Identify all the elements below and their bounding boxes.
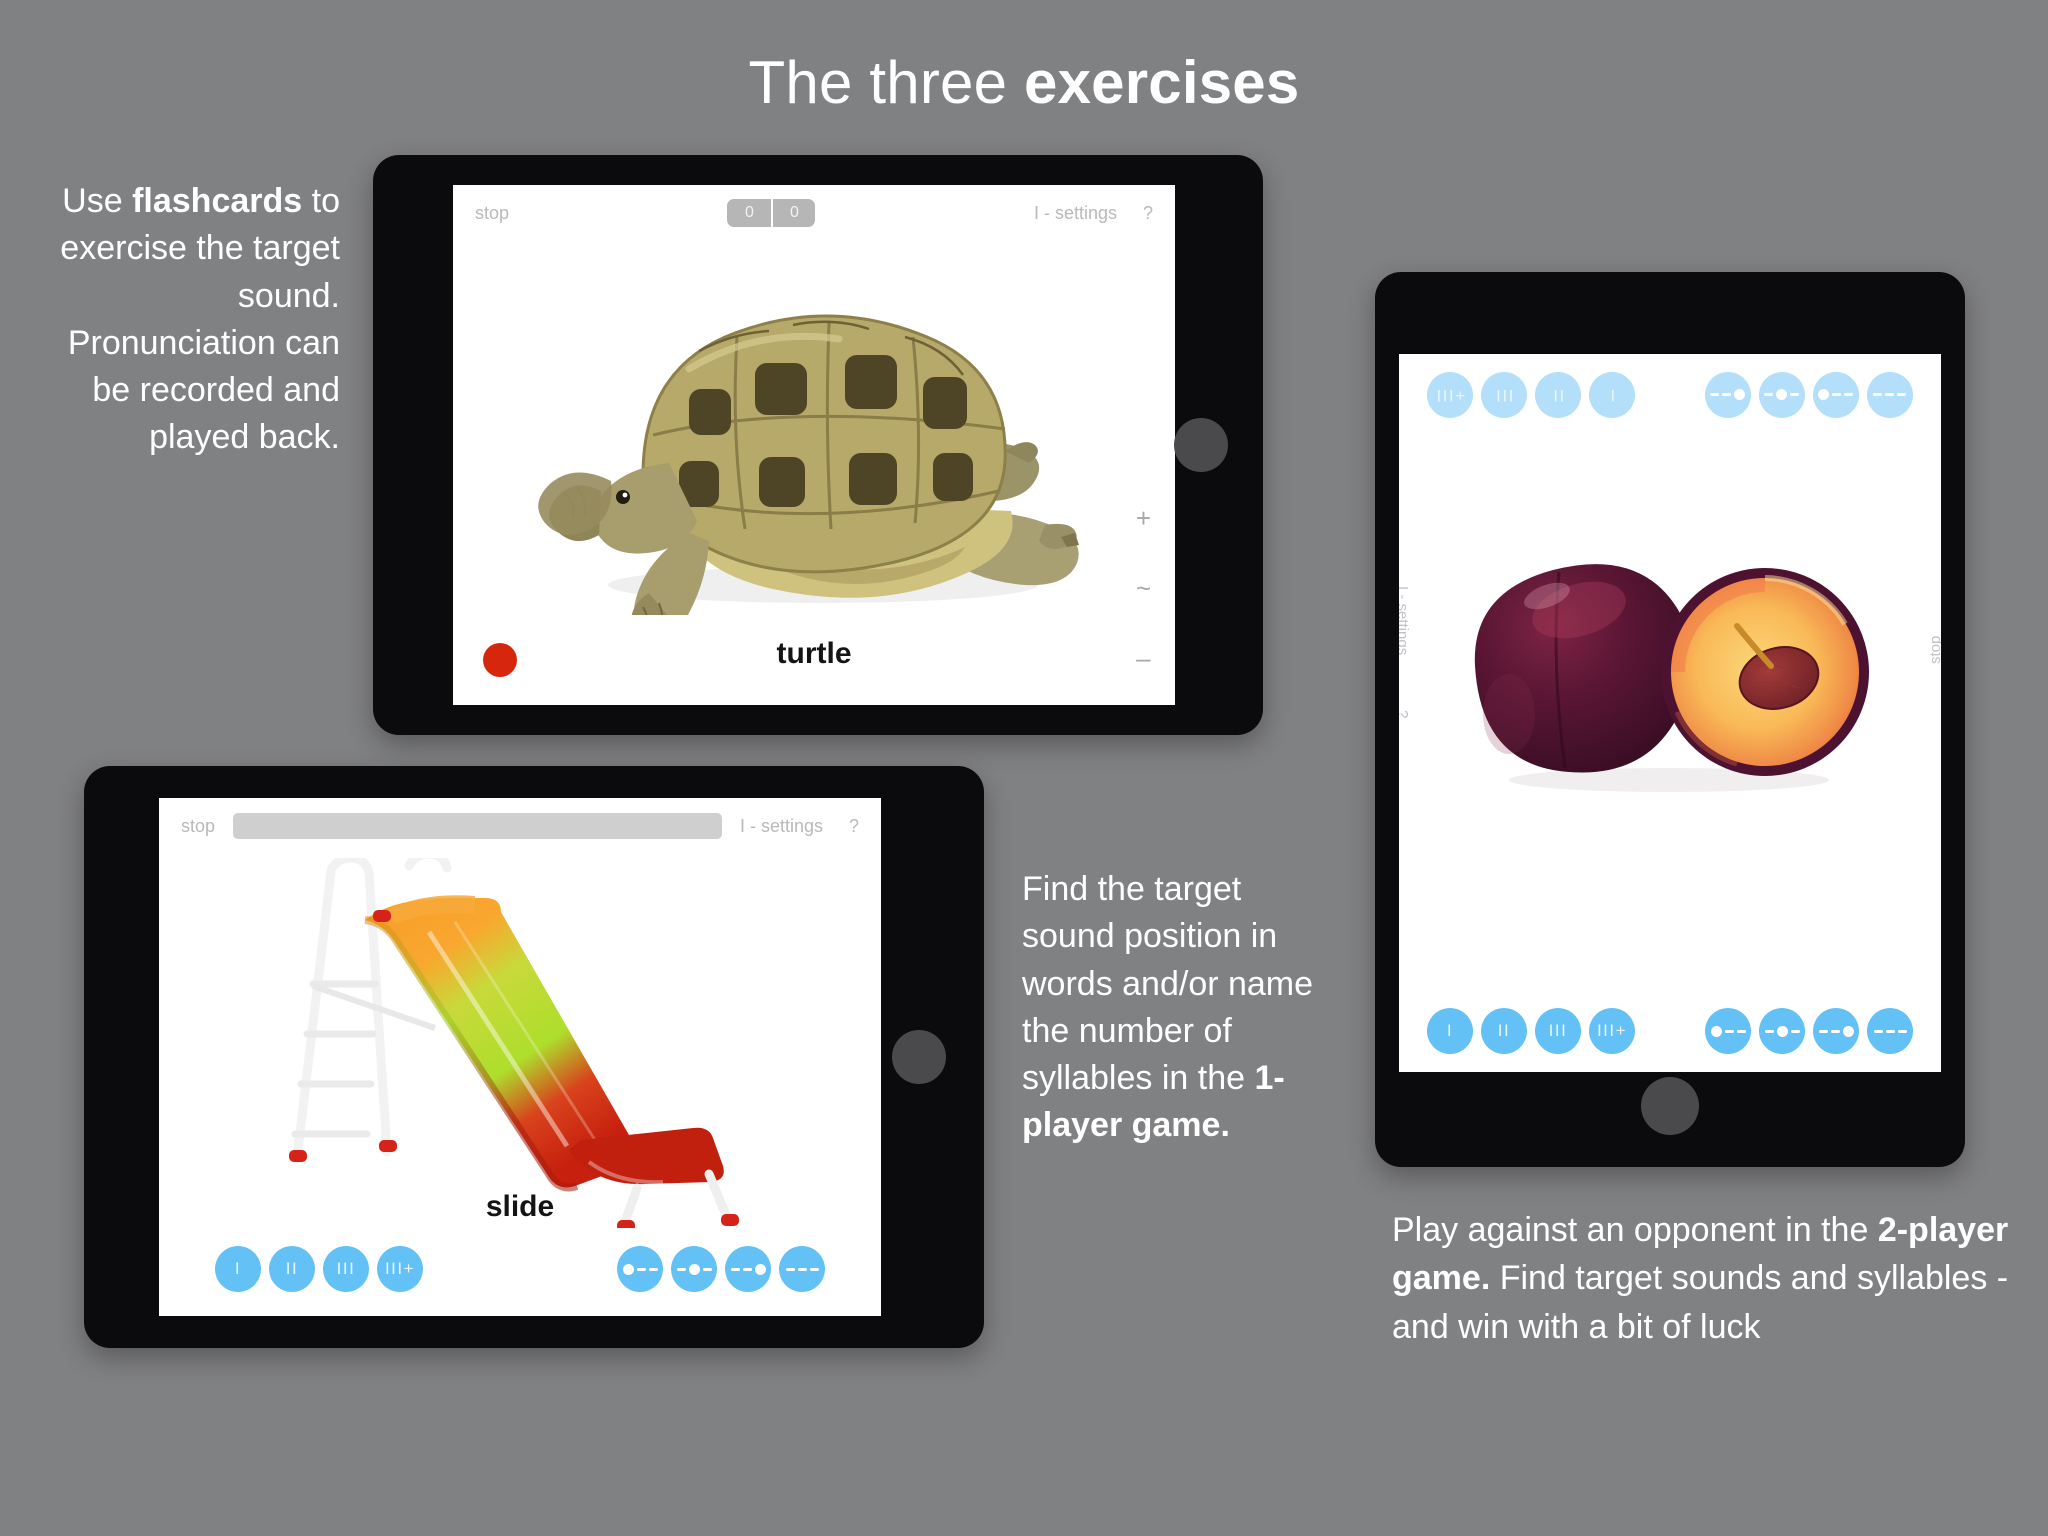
home-button[interactable]	[1174, 418, 1228, 472]
title-bold-part: exercises	[1024, 49, 1300, 116]
help-icon[interactable]: ?	[1143, 203, 1153, 224]
score-right[interactable]: 0	[771, 199, 815, 227]
caption-flashcards-text-2: to exercise the target sound. Pronunciat…	[60, 182, 340, 457]
score-left[interactable]: 0	[727, 199, 771, 227]
help-icon-rotated[interactable]: ?	[1399, 710, 1411, 718]
two-player-game-screen: I II III +III settings stop I II III III…	[1399, 354, 1941, 1072]
card-word-label: slide	[485, 1190, 555, 1223]
two-player-game-tablet: I II III +III settings stop I II III III…	[1375, 272, 1965, 1167]
zoom-in-icon[interactable]: +	[1136, 505, 1151, 531]
player-syllable-button-3-label: III	[1548, 1021, 1568, 1040]
opponent-syllable-button-4[interactable]: +III	[1427, 372, 1473, 418]
opponent-syllable-button-1-label: I	[1608, 386, 1616, 405]
syllable-button-3-label: III	[336, 1259, 356, 1278]
flashcard-exercise-tablet: stop 0 0 I - settings ? turtle + ~ –	[373, 155, 1263, 735]
score-toggle-wrap: 0 0	[509, 199, 1034, 227]
stop-button-rotated[interactable]: stop	[1927, 636, 1941, 664]
position-none-icon	[785, 1267, 819, 1271]
flashcard-side-controls: + ~ –	[1136, 505, 1151, 671]
syllable-button-group: I II III III+	[215, 1246, 423, 1292]
title-light-part: The three	[748, 49, 1025, 116]
page-title: The three exercises	[0, 48, 2048, 117]
syllable-button-3[interactable]: III	[323, 1246, 369, 1292]
syllable-button-2[interactable]: II	[269, 1246, 315, 1292]
stop-button[interactable]: stop	[181, 816, 215, 837]
wave-icon[interactable]: ~	[1136, 575, 1151, 601]
position-button-none[interactable]	[779, 1246, 825, 1292]
position-initial-icon	[1710, 389, 1746, 401]
position-button-final[interactable]	[725, 1246, 771, 1292]
position-none-icon	[1873, 393, 1907, 397]
opponent-position-button-initial[interactable]	[1705, 372, 1751, 418]
turtle-image	[538, 314, 1079, 615]
caption-flashcards-bold: flashcards	[132, 182, 303, 220]
player-position-button-initial[interactable]	[1705, 1008, 1751, 1054]
card-word-label: turtle	[776, 637, 852, 670]
player-syllable-button-2[interactable]: II	[1481, 1008, 1527, 1054]
player-position-button-group	[1705, 1008, 1913, 1054]
zoom-out-icon[interactable]: –	[1136, 645, 1150, 671]
position-medial-icon	[1764, 1025, 1800, 1037]
caption-two-player-text-1: Play against an opponent in the	[1392, 1211, 1878, 1249]
position-button-group	[617, 1246, 825, 1292]
settings-button[interactable]: I - settings	[1034, 203, 1143, 224]
player-position-button-medial[interactable]	[1759, 1008, 1805, 1054]
player-syllable-button-4-label: III+	[1596, 1021, 1628, 1040]
game1-appbar: stop I - settings ?	[159, 798, 881, 854]
player-position-button-final[interactable]	[1813, 1008, 1859, 1054]
caption-flashcards: Use flashcards to exercise the target so…	[60, 178, 340, 462]
position-initial-icon	[1710, 1025, 1746, 1037]
opponent-position-button-group	[1705, 372, 1913, 418]
player-syllable-button-2-label: II	[1497, 1021, 1511, 1040]
syllable-button-1-label: I	[234, 1259, 242, 1278]
opponent-syllable-button-group: I II III +III	[1427, 372, 1635, 418]
home-button[interactable]	[1641, 1077, 1699, 1135]
position-button-initial[interactable]	[617, 1246, 663, 1292]
stop-button[interactable]: stop	[475, 203, 509, 224]
record-button[interactable]	[483, 643, 517, 677]
opponent-syllable-button-1[interactable]: I	[1589, 372, 1635, 418]
opponent-position-button-final[interactable]	[1813, 372, 1859, 418]
plums-image	[1474, 564, 1869, 792]
opponent-syllable-button-3-label: III	[1494, 386, 1514, 405]
opponent-syllable-button-3[interactable]: III	[1481, 372, 1527, 418]
syllable-button-4[interactable]: III+	[377, 1246, 423, 1292]
opponent-position-button-medial[interactable]	[1759, 372, 1805, 418]
syllable-button-1[interactable]: I	[215, 1246, 261, 1292]
position-none-icon	[1873, 1029, 1907, 1033]
one-player-game-screen: stop I - settings ? slide I II III III+	[159, 798, 881, 1316]
position-final-icon	[730, 1263, 766, 1275]
position-final-icon	[1818, 389, 1854, 401]
opponent-syllable-button-4-label: +III	[1434, 386, 1466, 405]
position-medial-icon	[1764, 389, 1800, 401]
progress-bar	[233, 813, 722, 839]
position-final-icon	[1818, 1025, 1854, 1037]
position-medial-icon	[676, 1263, 712, 1275]
player-syllable-button-1[interactable]: I	[1427, 1008, 1473, 1054]
caption-one-player-game: Find the target sound position in words …	[1022, 866, 1322, 1150]
player-syllable-button-1-label: I	[1446, 1021, 1454, 1040]
position-button-medial[interactable]	[671, 1246, 717, 1292]
flashcard-screen: stop 0 0 I - settings ? turtle + ~ –	[453, 185, 1175, 705]
syllable-button-2-label: II	[285, 1259, 299, 1278]
home-button[interactable]	[892, 1030, 946, 1084]
score-toggle[interactable]: 0 0	[727, 199, 816, 227]
help-icon[interactable]: ?	[849, 816, 859, 837]
player-syllable-button-group: I II III III+	[1427, 1008, 1635, 1054]
player-syllable-button-3[interactable]: III	[1535, 1008, 1581, 1054]
position-initial-icon	[622, 1263, 658, 1275]
opponent-syllable-button-2[interactable]: II	[1535, 372, 1581, 418]
flashcard-appbar: stop 0 0 I - settings ?	[453, 185, 1175, 241]
syllable-button-4-label: III+	[384, 1259, 416, 1278]
slide-image	[289, 858, 739, 1228]
settings-button[interactable]: I - settings	[740, 816, 849, 837]
player-position-button-none[interactable]	[1867, 1008, 1913, 1054]
caption-flashcards-text-1: Use	[62, 182, 133, 220]
settings-button-rotated[interactable]: I - settings	[1399, 586, 1411, 655]
opponent-position-button-none[interactable]	[1867, 372, 1913, 418]
opponent-syllable-button-2-label: II	[1551, 386, 1565, 405]
caption-two-player-game: Play against an opponent in the 2-player…	[1392, 1206, 2012, 1351]
one-player-game-tablet: stop I - settings ? slide I II III III+	[84, 766, 984, 1348]
player-syllable-button-4[interactable]: III+	[1589, 1008, 1635, 1054]
